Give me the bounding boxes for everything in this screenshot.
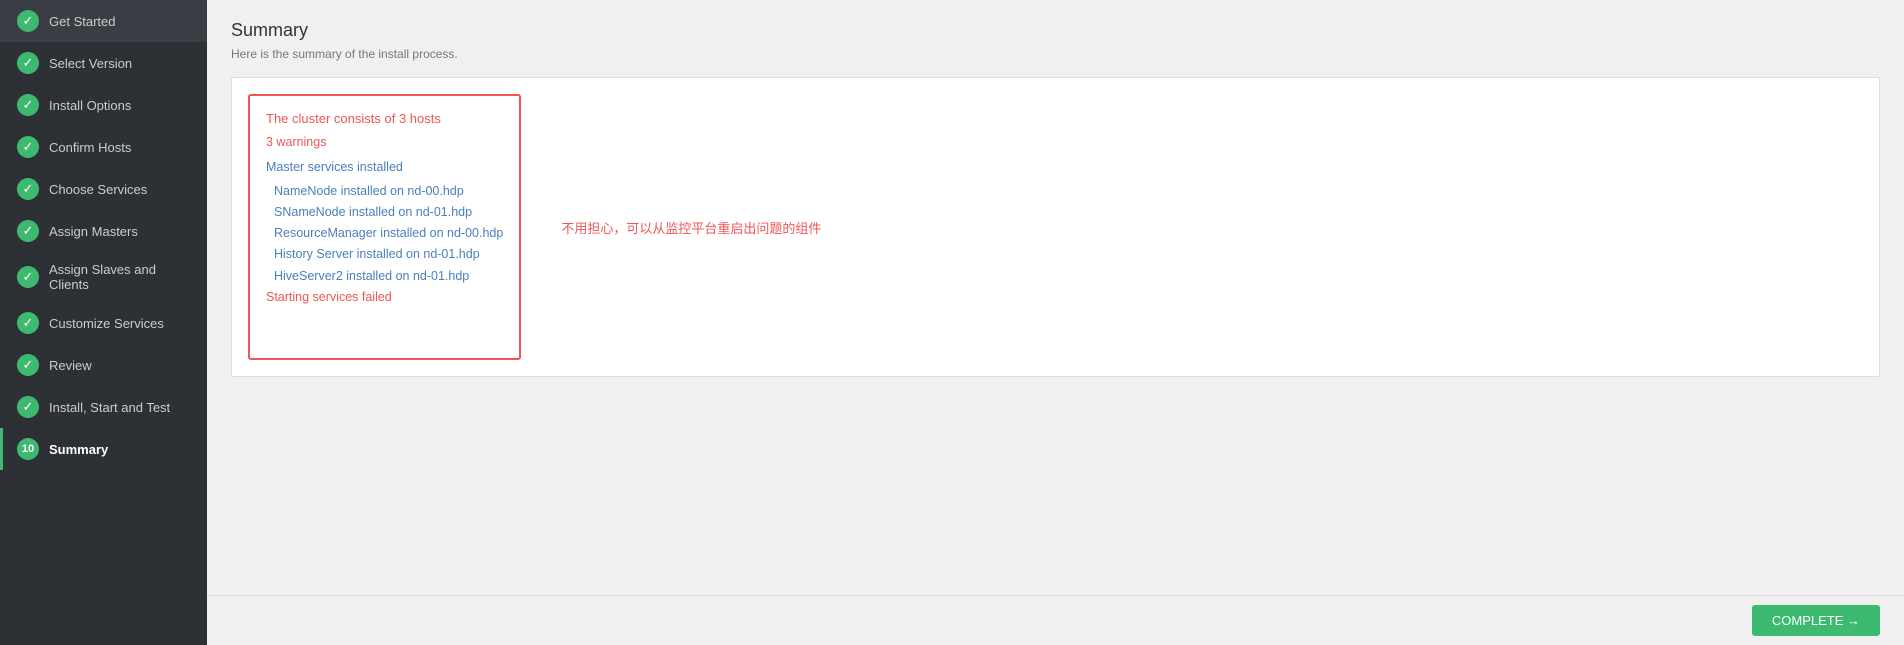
sidebar-item-install-start-test[interactable]: ✓ Install, Start and Test — [0, 386, 207, 428]
sidebar-item-label: Assign Masters — [49, 224, 138, 239]
sidebar-item-label: Get Started — [49, 14, 115, 29]
page-subtitle: Here is the summary of the install proce… — [231, 47, 1880, 61]
content-area: Summary Here is the summary of the insta… — [207, 0, 1904, 595]
page-title: Summary — [231, 20, 1880, 41]
main-content: Summary Here is the summary of the insta… — [207, 0, 1904, 645]
sidebar-item-label: Install, Start and Test — [49, 400, 170, 415]
check-circle-icon: ✓ — [17, 136, 39, 158]
service-line: NameNode installed on nd-00.hdp — [266, 181, 503, 202]
sidebar-item-select-version[interactable]: ✓ Select Version — [0, 42, 207, 84]
sidebar-item-label: Customize Services — [49, 316, 164, 331]
sidebar-item-assign-slaves[interactable]: ✓ Assign Slaves and Clients — [0, 252, 207, 302]
sidebar-item-install-options[interactable]: ✓ Install Options — [0, 84, 207, 126]
summary-card: The cluster consists of 3 hosts 3 warnin… — [231, 77, 1880, 377]
sidebar-item-assign-masters[interactable]: ✓ Assign Masters — [0, 210, 207, 252]
sidebar-item-label: Assign Slaves and Clients — [49, 262, 193, 292]
sidebar-item-label: Install Options — [49, 98, 131, 113]
service-line: History Server installed on nd-01.hdp — [266, 244, 503, 265]
sidebar-item-review[interactable]: ✓ Review — [0, 344, 207, 386]
check-circle-icon: ✓ — [17, 396, 39, 418]
cluster-title: The cluster consists of 3 hosts — [266, 108, 503, 130]
sidebar: ✓ Get Started ✓ Select Version ✓ Install Opti… — [0, 0, 207, 645]
complete-button[interactable]: COMPLETE → — [1752, 605, 1880, 636]
check-circle-icon: ✓ — [17, 220, 39, 242]
info-message: 不用担心，可以从监控平台重启出问题的组件 — [541, 94, 821, 360]
master-section-title: Master services installed — [266, 157, 503, 178]
sidebar-item-choose-services[interactable]: ✓ Choose Services — [0, 168, 207, 210]
check-circle-icon: ✓ — [17, 10, 39, 32]
sidebar-item-label: Select Version — [49, 56, 132, 71]
sidebar-item-summary[interactable]: 10 Summary — [0, 428, 207, 470]
service-line: HiveServer2 installed on nd-01.hdp — [266, 266, 503, 287]
sidebar-item-get-started[interactable]: ✓ Get Started — [0, 0, 207, 42]
footer: COMPLETE → — [207, 595, 1904, 645]
warnings-count: 3 warnings — [266, 132, 503, 153]
services-list: NameNode installed on nd-00.hdpSNameNode… — [266, 181, 503, 287]
sidebar-item-confirm-hosts[interactable]: ✓ Confirm Hosts — [0, 126, 207, 168]
failed-status: Starting services failed — [266, 287, 503, 308]
sidebar-item-label: Review — [49, 358, 92, 373]
sidebar-item-label: Confirm Hosts — [49, 140, 131, 155]
sidebar-item-customize-services[interactable]: ✓ Customize Services — [0, 302, 207, 344]
summary-box: The cluster consists of 3 hosts 3 warnin… — [248, 94, 521, 360]
check-circle-icon: ✓ — [17, 94, 39, 116]
check-circle-icon: ✓ — [17, 354, 39, 376]
service-line: ResourceManager installed on nd-00.hdp — [266, 223, 503, 244]
check-circle-icon: ✓ — [17, 178, 39, 200]
check-circle-icon: ✓ — [17, 266, 39, 288]
sidebar-item-label: Choose Services — [49, 182, 147, 197]
step-number-icon: 10 — [17, 438, 39, 460]
check-circle-icon: ✓ — [17, 52, 39, 74]
sidebar-item-label: Summary — [49, 442, 108, 457]
check-circle-icon: ✓ — [17, 312, 39, 334]
service-line: SNameNode installed on nd-01.hdp — [266, 202, 503, 223]
